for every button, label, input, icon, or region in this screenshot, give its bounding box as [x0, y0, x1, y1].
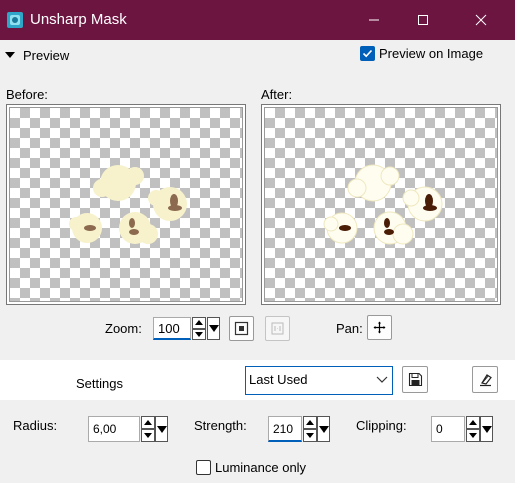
clipping-label: Clipping:	[356, 418, 407, 433]
spin-down-icon[interactable]	[141, 429, 155, 442]
after-preview[interactable]	[261, 104, 501, 305]
transparency-checkerboard	[9, 107, 243, 302]
clipping-dropdown-button[interactable]	[480, 416, 493, 442]
save-preset-button[interactable]	[402, 366, 428, 393]
preview-toggle-label: Preview	[23, 47, 70, 63]
minimize-button[interactable]	[351, 0, 397, 40]
close-icon	[475, 14, 487, 26]
radius-spinner[interactable]	[141, 416, 155, 442]
spin-down-icon[interactable]	[303, 429, 317, 442]
pan-button[interactable]	[367, 315, 392, 340]
move-crosshair-icon	[373, 321, 386, 334]
dropdown-arrow-icon	[208, 325, 219, 332]
zoom-to-fit-button[interactable]	[229, 316, 254, 341]
minimize-icon	[369, 19, 379, 21]
collapse-arrow-icon	[5, 52, 15, 58]
chevron-down-icon	[376, 376, 388, 383]
preview-on-image-label: Preview on Image	[379, 46, 484, 61]
strength-spinner[interactable]	[303, 416, 317, 442]
window-title: Unsharp Mask	[30, 11, 127, 28]
zoom-actual-size-button[interactable]	[265, 316, 290, 341]
checkbox-unchecked-icon	[196, 460, 211, 475]
radius-label: Radius:	[13, 418, 58, 433]
maximize-icon	[418, 15, 428, 25]
clipping-spinner[interactable]	[466, 416, 480, 442]
spin-up-icon[interactable]	[466, 416, 480, 429]
preset-value: Last Used	[249, 372, 308, 387]
zoom-dropdown-button[interactable]	[207, 317, 220, 340]
after-label: After:	[261, 87, 293, 102]
luminance-only-checkbox[interactable]: Luminance only	[196, 460, 306, 475]
close-button[interactable]	[458, 0, 504, 40]
spin-up-icon[interactable]	[303, 416, 317, 429]
strength-dropdown-button[interactable]	[317, 416, 330, 442]
dropdown-arrow-icon	[481, 425, 492, 433]
popcorn-image-after	[323, 164, 443, 245]
preview-section-toggle[interactable]: Preview	[5, 47, 69, 63]
reset-eraser-icon	[479, 374, 492, 387]
app-logo-icon	[7, 12, 23, 28]
transparency-checkerboard	[264, 107, 498, 302]
spin-down-icon[interactable]	[192, 328, 206, 340]
spin-down-icon[interactable]	[466, 429, 480, 442]
strength-input[interactable]: 210	[268, 416, 302, 442]
zoom-fit-icon	[234, 321, 249, 336]
zoom-input[interactable]: 100	[153, 317, 191, 340]
strength-label: Strength:	[194, 418, 247, 433]
before-label: Before:	[6, 87, 48, 102]
spin-up-icon[interactable]	[141, 416, 155, 429]
radius-dropdown-button[interactable]	[155, 416, 168, 442]
popcorn-image-before	[69, 165, 187, 244]
preview-on-image-checkbox[interactable]: Preview on Image	[360, 46, 483, 61]
settings-label: Settings	[76, 376, 123, 391]
zoom-label: Zoom:	[105, 321, 142, 336]
title-bar: Unsharp Mask	[0, 0, 515, 40]
maximize-button[interactable]	[400, 0, 446, 40]
pan-label: Pan:	[336, 321, 363, 336]
spin-up-icon[interactable]	[192, 317, 206, 329]
before-preview[interactable]	[6, 104, 246, 305]
reset-defaults-button[interactable]	[472, 366, 498, 393]
radius-input[interactable]: 6,00	[88, 416, 140, 442]
checkbox-checked-icon	[360, 46, 375, 61]
save-disk-icon	[408, 372, 422, 387]
actual-size-icon	[271, 322, 284, 335]
preset-select[interactable]: Last Used	[245, 366, 393, 395]
clipping-input[interactable]: 0	[431, 416, 465, 442]
dropdown-arrow-icon	[156, 425, 167, 433]
dialog-body: Preview Preview on Image Before: After:	[0, 40, 515, 483]
luminance-only-label: Luminance only	[215, 460, 307, 475]
dropdown-arrow-icon	[318, 425, 329, 433]
zoom-spinner[interactable]	[192, 317, 206, 340]
